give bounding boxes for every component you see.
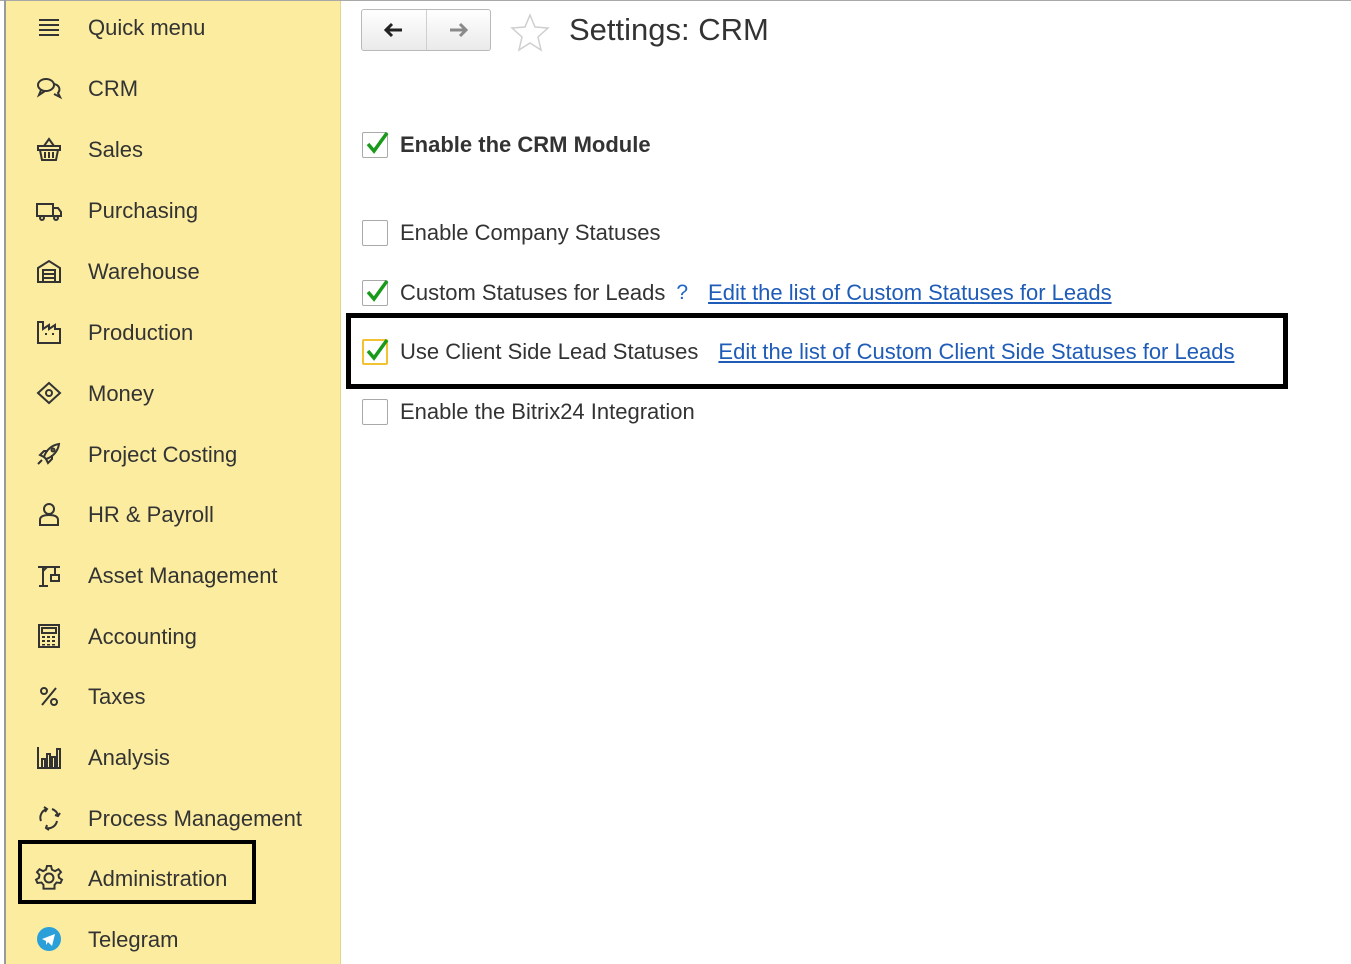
chat-bubbles-icon xyxy=(32,75,66,101)
calculator-icon xyxy=(32,623,66,649)
client-side-statuses-label: Use Client Side Lead Statuses xyxy=(400,339,699,364)
sidebar-item-label: Sales xyxy=(88,137,144,162)
forward-button[interactable] xyxy=(427,10,491,50)
gear-icon xyxy=(32,865,66,891)
sidebar-item-label: CRM xyxy=(88,76,139,101)
sidebar-item-label: Accounting xyxy=(88,624,197,649)
crane-icon xyxy=(32,562,66,588)
setting-row-custom-statuses: Custom Statuses for Leads ? Edit the lis… xyxy=(362,278,1112,308)
checkmark-icon xyxy=(366,338,389,361)
sidebar-item-project-costing[interactable]: Project Costing xyxy=(6,431,340,475)
arrow-right-icon xyxy=(450,22,469,38)
money-tag-icon xyxy=(32,380,66,406)
sidebar-item-label: Warehouse xyxy=(88,259,200,284)
sidebar-item-warehouse[interactable]: Warehouse xyxy=(6,248,340,292)
company-statuses-label: Enable Company Statuses xyxy=(400,220,661,245)
sidebar-item-taxes[interactable]: Taxes xyxy=(6,673,340,717)
edit-custom-statuses-link[interactable]: Edit the list of Custom Statuses for Lea… xyxy=(708,280,1112,306)
shopping-basket-icon xyxy=(32,136,66,162)
checkmark-icon xyxy=(366,279,389,302)
sidebar-item-telegram[interactable]: Telegram xyxy=(6,916,340,960)
sidebar-item-label: Asset Management xyxy=(88,563,278,588)
rocket-icon xyxy=(32,441,66,467)
sidebar-item-asset-management[interactable]: Asset Management xyxy=(6,552,340,596)
sidebar-item-label: Quick menu xyxy=(88,15,206,40)
sidebar-item-production[interactable]: Production xyxy=(6,309,340,353)
sidebar: Quick menu CRM Sales Purchasing Warehous… xyxy=(6,1,341,964)
setting-row-enable-crm: Enable the CRM Module xyxy=(362,130,651,160)
sidebar-item-quick-menu[interactable]: Quick menu xyxy=(6,4,340,48)
setting-row-company-statuses: Enable Company Statuses xyxy=(362,218,661,248)
cycle-arrows-icon xyxy=(32,805,66,831)
custom-statuses-checkbox[interactable] xyxy=(362,279,389,306)
sidebar-item-analysis[interactable]: Analysis xyxy=(6,734,340,778)
truck-icon xyxy=(32,197,66,223)
bitrix24-label: Enable the Bitrix24 Integration xyxy=(400,399,695,424)
person-icon xyxy=(32,501,66,527)
page-title: Settings: CRM xyxy=(569,12,769,47)
sidebar-item-label: Money xyxy=(88,381,155,406)
history-navigation xyxy=(361,9,491,51)
sidebar-item-crm[interactable]: CRM xyxy=(6,65,340,109)
sidebar-item-label: HR & Payroll xyxy=(88,502,214,527)
sidebar-item-label: Production xyxy=(88,320,194,345)
sidebar-item-label: Administration xyxy=(88,866,228,891)
percent-icon xyxy=(32,683,66,709)
arrow-left-icon xyxy=(383,22,402,38)
factory-icon xyxy=(32,319,66,345)
sidebar-item-sales[interactable]: Sales xyxy=(6,126,340,170)
company-statuses-checkbox[interactable] xyxy=(362,220,388,246)
enable-crm-label: Enable the CRM Module xyxy=(400,132,651,157)
hamburger-menu-icon xyxy=(32,14,66,40)
star-outline-icon[interactable] xyxy=(509,12,551,52)
sidebar-item-purchasing[interactable]: Purchasing xyxy=(6,187,340,231)
setting-row-client-side-statuses: Use Client Side Lead Statuses Edit the l… xyxy=(362,337,1234,367)
enable-crm-checkbox[interactable] xyxy=(362,131,389,158)
setting-row-bitrix24: Enable the Bitrix24 Integration xyxy=(362,397,695,427)
sidebar-item-label: Project Costing xyxy=(88,442,238,467)
telegram-icon xyxy=(32,926,66,952)
sidebar-item-label: Purchasing xyxy=(88,198,199,223)
back-button[interactable] xyxy=(362,10,427,50)
checkmark-icon xyxy=(366,131,389,154)
sidebar-item-process-management[interactable]: Process Management xyxy=(6,795,340,839)
help-question-icon[interactable]: ? xyxy=(676,281,688,305)
bitrix24-checkbox[interactable] xyxy=(362,399,388,425)
sidebar-item-accounting[interactable]: Accounting xyxy=(6,613,340,657)
sidebar-item-label: Taxes xyxy=(88,684,146,709)
sidebar-item-administration[interactable]: Administration xyxy=(6,855,340,899)
warehouse-icon xyxy=(32,258,66,284)
sidebar-item-hr-payroll[interactable]: HR & Payroll xyxy=(6,491,340,535)
sidebar-item-label: Telegram xyxy=(88,927,179,952)
sidebar-item-label: Process Management xyxy=(88,806,302,831)
edit-client-side-statuses-link[interactable]: Edit the list of Custom Client Side Stat… xyxy=(718,339,1234,365)
bar-chart-icon xyxy=(32,744,66,770)
client-side-statuses-checkbox[interactable] xyxy=(362,338,389,365)
sidebar-item-label: Analysis xyxy=(88,745,170,770)
custom-statuses-label: Custom Statuses for Leads xyxy=(400,280,666,305)
sidebar-item-money[interactable]: Money xyxy=(6,370,340,414)
